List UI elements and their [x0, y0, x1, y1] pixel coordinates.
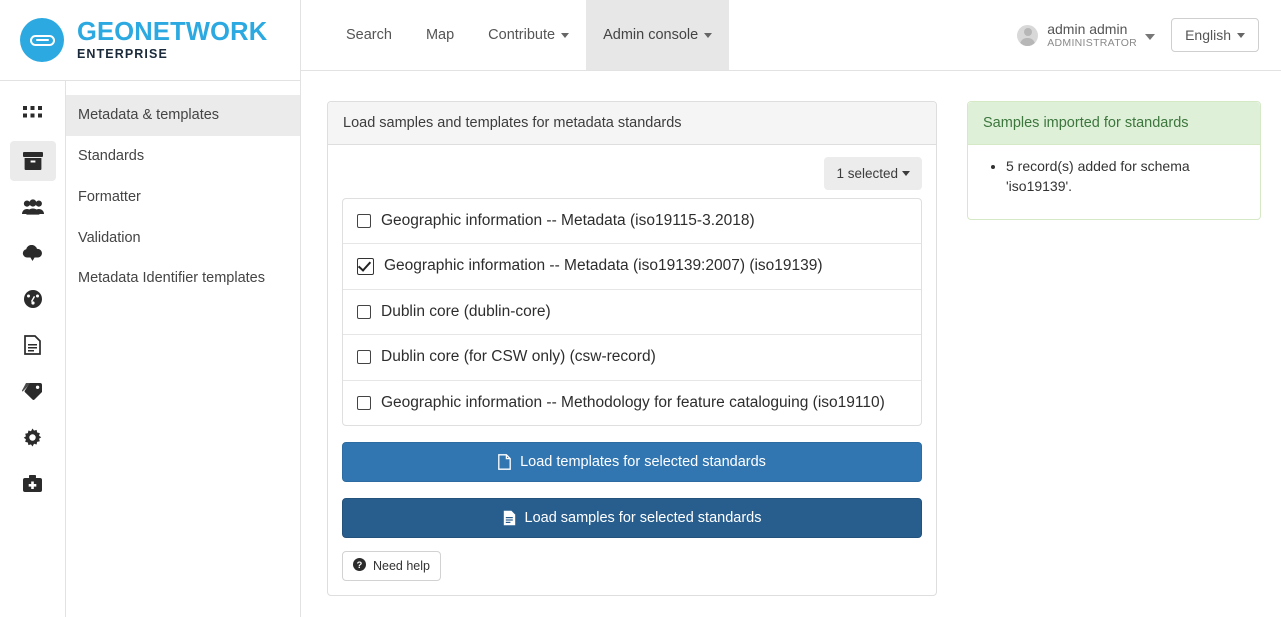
nav-item-map[interactable]: Map [409, 0, 471, 70]
language-selector[interactable]: English [1171, 18, 1259, 52]
load-templates-label: Load templates for selected standards [520, 454, 766, 471]
panel-title: Load samples and templates for metadata … [328, 102, 936, 145]
nav-label: Search [346, 27, 392, 43]
rail-item-reports[interactable] [10, 325, 56, 365]
gear-icon [23, 427, 42, 447]
chevron-down-icon [1145, 34, 1156, 40]
checkbox-unchecked-icon[interactable] [357, 214, 371, 228]
file-text-icon [503, 510, 516, 526]
standard-label: Geographic information -- Methodology fo… [381, 393, 885, 411]
rail-item-tools[interactable] [10, 463, 56, 503]
admin-submenu: Metadata & templates Standards Formatter… [66, 81, 301, 617]
sidebar-item-label: Validation [78, 229, 141, 246]
selected-count-dropdown[interactable]: 1 selected [824, 157, 922, 190]
user-text: admin admin ADMINISTRATOR [1047, 21, 1137, 49]
user-role: ADMINISTRATOR [1047, 37, 1138, 50]
checkbox-unchecked-icon[interactable] [357, 350, 371, 365]
header-right-controls: admin admin ADMINISTRATOR English [1017, 0, 1281, 70]
question-circle-icon: ? [353, 558, 366, 574]
file-outline-icon [498, 454, 511, 471]
rail-item-apps[interactable] [10, 95, 56, 135]
need-help-button[interactable]: ? Need help [342, 551, 441, 582]
load-templates-button[interactable]: Load templates for selected standards [342, 442, 922, 483]
user-name: admin admin [1047, 20, 1128, 37]
dashboard-gauge-icon [23, 289, 43, 309]
sidebar-item-label: Metadata Identifier templates [78, 270, 265, 287]
panel-body: 1 selected Geographic information -- Met… [328, 145, 936, 595]
medkit-icon [23, 474, 42, 492]
need-help-label: Need help [373, 559, 430, 574]
sidebar-item-label: Metadata & templates [78, 107, 220, 123]
rail-item-statistics[interactable] [10, 279, 56, 319]
tags-icon [22, 382, 43, 400]
import-result-title: Samples imported for standards [968, 102, 1260, 145]
archive-box-icon [22, 152, 43, 170]
list-item[interactable]: Dublin core (for CSW only) (csw-record) [343, 335, 921, 381]
checkbox-checked-icon[interactable] [357, 258, 374, 276]
chevron-down-icon [561, 32, 570, 38]
rail-item-metadata-templates[interactable] [9, 141, 56, 181]
load-samples-label: Load samples for selected standards [524, 510, 762, 527]
sidebar-item-formatter[interactable]: Formatter [66, 177, 300, 218]
users-group-icon [21, 199, 44, 215]
standards-list: Geographic information -- Metadata (iso1… [342, 198, 922, 427]
brand-logo-block[interactable]: GEONETWORK ENTERPRISE [0, 0, 301, 81]
load-samples-panel: Load samples and templates for metadata … [327, 101, 937, 597]
list-item[interactable]: Dublin core (dublin-core) [343, 290, 921, 336]
standard-label: Dublin core (for CSW only) (csw-record) [381, 348, 656, 366]
rail-item-classification[interactable] [10, 371, 56, 411]
chevron-down-icon [704, 32, 713, 38]
file-document-icon [24, 335, 41, 355]
top-header-bar: Search Map Contribute Admin console admi… [301, 0, 1281, 71]
brand-subtitle: ENTERPRISE [77, 47, 168, 61]
sidebar-item-validation[interactable]: Validation [66, 218, 300, 259]
user-avatar-icon [1017, 24, 1039, 46]
user-menu[interactable]: admin admin ADMINISTRATOR [1017, 21, 1156, 49]
sidebar-item-label: Formatter [78, 188, 141, 205]
sidebar-item-label: Standards [78, 147, 145, 164]
sidebar-item-metadata-templates[interactable]: Metadata & templates [66, 95, 300, 136]
cloud-download-icon [22, 244, 43, 262]
main-navigation: Search Map Contribute Admin console [301, 0, 730, 70]
sidebar-item-standards[interactable]: Standards [66, 136, 300, 177]
svg-text:?: ? [357, 560, 363, 570]
caret-down-icon [902, 171, 910, 176]
import-result-list: 5 record(s) added for schema 'iso19139'. [984, 157, 1244, 197]
nav-item-admin-console[interactable]: Admin console [586, 0, 730, 70]
chevron-down-icon [1237, 32, 1245, 38]
rail-item-harvesting[interactable] [10, 233, 56, 273]
checkbox-unchecked-icon[interactable] [357, 304, 371, 319]
list-item: 5 record(s) added for schema 'iso19139'. [1006, 157, 1244, 197]
import-result-body: 5 record(s) added for schema 'iso19139'. [968, 145, 1260, 219]
nav-label: Contribute [488, 27, 556, 43]
standard-label: Geographic information -- Metadata (iso1… [384, 257, 823, 275]
admin-icon-rail [0, 81, 66, 617]
list-item[interactable]: Geographic information -- Methodology fo… [343, 381, 921, 425]
nav-label: Admin console [603, 27, 699, 43]
nav-label: Map [425, 27, 455, 43]
content-area: Load samples and templates for metadata … [301, 71, 1281, 617]
brand-text: GEONETWORK ENTERPRISE [77, 17, 268, 61]
rail-item-users[interactable] [10, 187, 56, 227]
load-samples-button[interactable]: Load samples for selected standards [342, 498, 922, 539]
standard-label: Dublin core (dublin-core) [381, 302, 551, 320]
standard-label: Geographic information -- Metadata (iso1… [381, 212, 755, 229]
selected-count-label: 1 selected [836, 166, 898, 181]
selection-toolbar: 1 selected [342, 157, 922, 190]
admin-console-page: GEONETWORK ENTERPRISE Search Map Contrib… [0, 0, 1281, 617]
nav-item-search[interactable]: Search [329, 0, 409, 70]
rail-item-settings[interactable] [10, 417, 56, 457]
geonetwork-link-logo-icon [20, 18, 64, 62]
nav-item-contribute[interactable]: Contribute [471, 0, 586, 70]
sidebar-item-metadata-identifier-templates[interactable]: Metadata Identifier templates [66, 258, 300, 299]
import-result-panel: Samples imported for standards 5 record(… [967, 101, 1261, 220]
list-item[interactable]: Geographic information -- Metadata (iso1… [343, 199, 921, 245]
list-item[interactable]: Geographic information -- Metadata (iso1… [343, 244, 921, 290]
brand-title: GEONETWORK [77, 17, 268, 46]
language-label: English [1185, 27, 1231, 43]
apps-grid-icon [23, 105, 42, 125]
checkbox-unchecked-icon[interactable] [357, 395, 371, 410]
